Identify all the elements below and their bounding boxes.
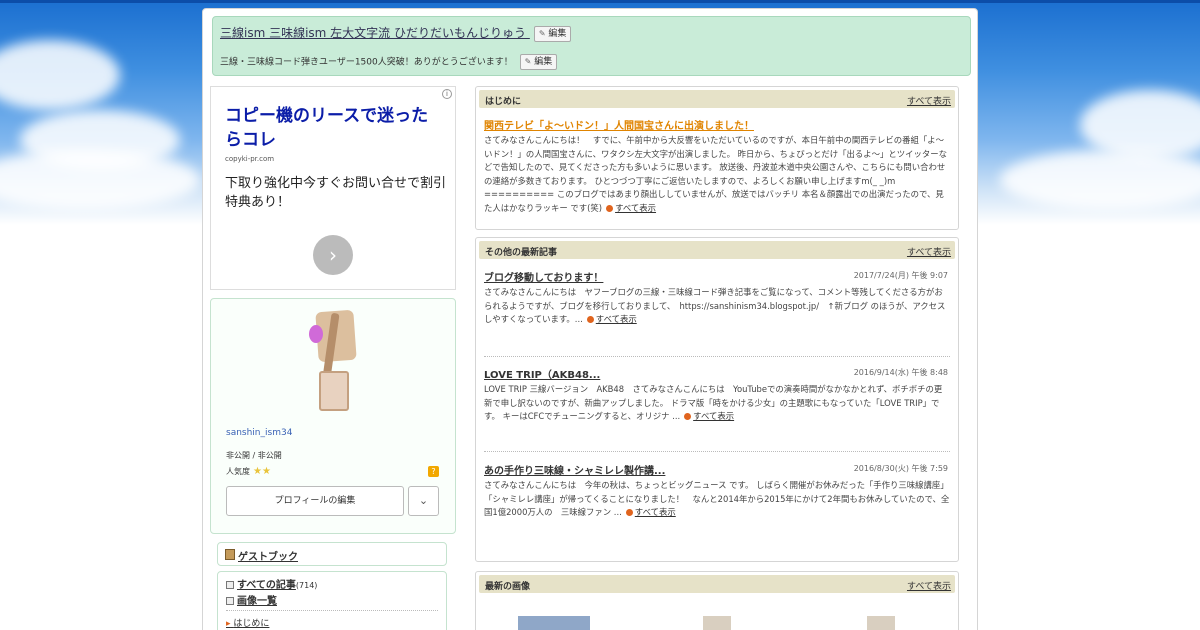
latest-posts-panel: その他の最新記事 すべて表示 ブログ移動しております！ 2017/7/24(月)…: [475, 237, 959, 562]
post-date: 2017/7/24(月) 午後 9:07: [853, 271, 948, 280]
pencil-icon: ✎: [524, 57, 532, 66]
post-title[interactable]: ブログ移動しております！: [484, 269, 603, 284]
profile-avatar[interactable]: [307, 309, 367, 417]
ad-url[interactable]: copyki-pr.com: [225, 155, 274, 163]
category-link[interactable]: はじめに: [233, 619, 269, 629]
image-list-link[interactable]: 画像一覧: [237, 596, 277, 607]
show-all-link[interactable]: すべて表示: [907, 579, 951, 592]
edit-title-button[interactable]: ✎ 編集: [533, 25, 572, 42]
chevron-right-icon[interactable]: ›: [313, 235, 353, 275]
post-title[interactable]: あの手作り三味線・シャミレレ製作講...: [484, 462, 665, 477]
blog-description: 三線・三味線コード弾きユーザー1500人突破！ありがとうございます！: [220, 57, 513, 68]
post-title[interactable]: 関西テレビ「よ〜いドン！」人間国宝さんに出演しました！: [484, 117, 754, 132]
read-more-link[interactable]: すべて表示: [596, 314, 637, 324]
post-body: さてみなさんこんにちは 今年の秋は、ちょっとビッグニュース です。 しばらく開催…: [484, 479, 950, 520]
guestbook-box[interactable]: ゲストブック: [217, 542, 447, 566]
guestbook-link[interactable]: ゲストブック: [238, 548, 298, 563]
post-body: LOVE TRIP 三線バージョン AKB48 さてみなさんこんにちは YouT…: [484, 383, 950, 424]
panel-header: はじめに すべて表示: [479, 90, 955, 108]
profile-box: sanshin_ism34 非公開 / 非公開 人気度 ★★ ? プロフィールの編…: [210, 298, 456, 534]
ad-body[interactable]: 下取り強化中今すぐお問い合せで割引特典あり！: [225, 174, 450, 212]
image-icon: [226, 597, 234, 605]
top-bar: [0, 0, 1200, 3]
guestbook-icon: [225, 549, 235, 560]
show-all-link[interactable]: すべて表示: [907, 94, 951, 107]
image-thumbnail[interactable]: [703, 616, 731, 630]
latest-images-panel: 最新の画像 すべて表示: [475, 571, 959, 630]
arrow-icon: [606, 204, 614, 212]
all-articles-row: すべての記事(714): [226, 576, 317, 591]
panel-title: 最新の画像: [485, 582, 531, 592]
avatar-shape: [319, 371, 349, 411]
panel-header: その他の最新記事 すべて表示: [479, 241, 955, 259]
arrow-icon: [586, 316, 594, 324]
ad-banner[interactable]: i コピー機のリースで迷ったらコレ copyki-pr.com 下取り強化中今す…: [210, 86, 456, 290]
panel-header: 最新の画像 すべて表示: [479, 575, 955, 593]
pencil-icon: ✎: [538, 28, 546, 38]
post-body: さてみなさんこんにちは ヤフーブログの三線・三味線コード弾き記事をご覧になって、…: [484, 286, 950, 327]
read-more-link[interactable]: すべて表示: [693, 411, 734, 421]
post-title[interactable]: LOVE TRIP（AKB48...: [484, 366, 600, 381]
folder-icon: [226, 581, 234, 589]
profile-username[interactable]: sanshin_ism34: [226, 428, 292, 438]
read-more-link[interactable]: すべて表示: [635, 507, 676, 517]
ad-headline[interactable]: コピー機のリースで迷ったらコレ: [225, 104, 445, 152]
arrow-icon: [684, 413, 692, 421]
category-item: ▸ はじめに: [226, 616, 269, 629]
post-excerpt: さてみなさんこんにちは！ すでに、午前中から大反響をいただいているのですが、本日…: [484, 135, 948, 213]
panel-title: はじめに: [485, 97, 522, 107]
article-count: (714): [295, 581, 318, 590]
post-date: 2016/9/14(水) 午後 8:48: [853, 368, 948, 377]
blog-title-row: 三線ism 三味線ism 左大文字流 ひだりだいもんじりゅう ✎ 編集: [220, 24, 572, 42]
divider: [226, 610, 438, 611]
popularity-label: 人気度: [226, 467, 250, 476]
panel-title: その他の最新記事: [485, 248, 558, 258]
image-thumbnail[interactable]: [867, 616, 895, 630]
intro-panel: はじめに すべて表示 関西テレビ「よ〜いドン！」人間国宝さんに出演しました！ さ…: [475, 86, 959, 230]
read-more-link[interactable]: すべて表示: [615, 203, 656, 213]
edit-label: 編集: [534, 57, 553, 67]
star-icon: ★★: [253, 466, 271, 477]
edit-profile-button[interactable]: プロフィールの編集: [226, 486, 404, 516]
popularity-row: 人気度 ★★: [226, 466, 271, 477]
info-icon[interactable]: i: [442, 89, 452, 99]
post-excerpt: さてみなさんこんにちは ヤフーブログの三線・三味線コード弾き記事をご覧になって、…: [484, 287, 946, 325]
show-all-link[interactable]: すべて表示: [907, 245, 951, 258]
folder-icon: ▸: [226, 619, 231, 629]
post-body: さてみなさんこんにちは！ すでに、午前中から大反響をいただいているのですが、本日…: [484, 134, 950, 216]
image-thumbnail[interactable]: [518, 616, 590, 630]
category-box: すべての記事(714) 画像一覧 ▸ はじめに: [217, 571, 447, 630]
avatar-shape: [309, 325, 323, 343]
blog-title[interactable]: 三線ism 三味線ism 左大文字流 ひだりだいもんじりゅう: [220, 26, 526, 40]
help-icon[interactable]: ?: [428, 466, 439, 477]
post-excerpt: さてみなさんこんにちは 今年の秋は、ちょっとビッグニュース です。 しばらく開催…: [484, 480, 950, 518]
chevron-down-icon[interactable]: ⌄: [408, 486, 439, 516]
cloud-decoration: [0, 40, 120, 110]
divider: [484, 356, 950, 357]
edit-description-button[interactable]: ✎ 編集: [519, 54, 558, 70]
edit-label: 編集: [548, 28, 567, 39]
all-articles-link[interactable]: すべての記事: [237, 580, 296, 591]
cloud-decoration: [0, 150, 200, 210]
blog-description-row: 三線・三味線コード弾きユーザー1500人突破！ありがとうございます！ ✎ 編集: [220, 54, 558, 70]
divider: [484, 451, 950, 452]
blog-header: 三線ism 三味線ism 左大文字流 ひだりだいもんじりゅう ✎ 編集 三線・三…: [212, 16, 971, 76]
post-date: 2016/8/30(火) 午後 7:59: [853, 464, 948, 473]
cloud-decoration: [1000, 150, 1200, 210]
image-list-row: 画像一覧: [226, 592, 277, 607]
profile-follow: 非公開 / 非公開: [226, 451, 282, 460]
arrow-icon: [625, 509, 633, 517]
